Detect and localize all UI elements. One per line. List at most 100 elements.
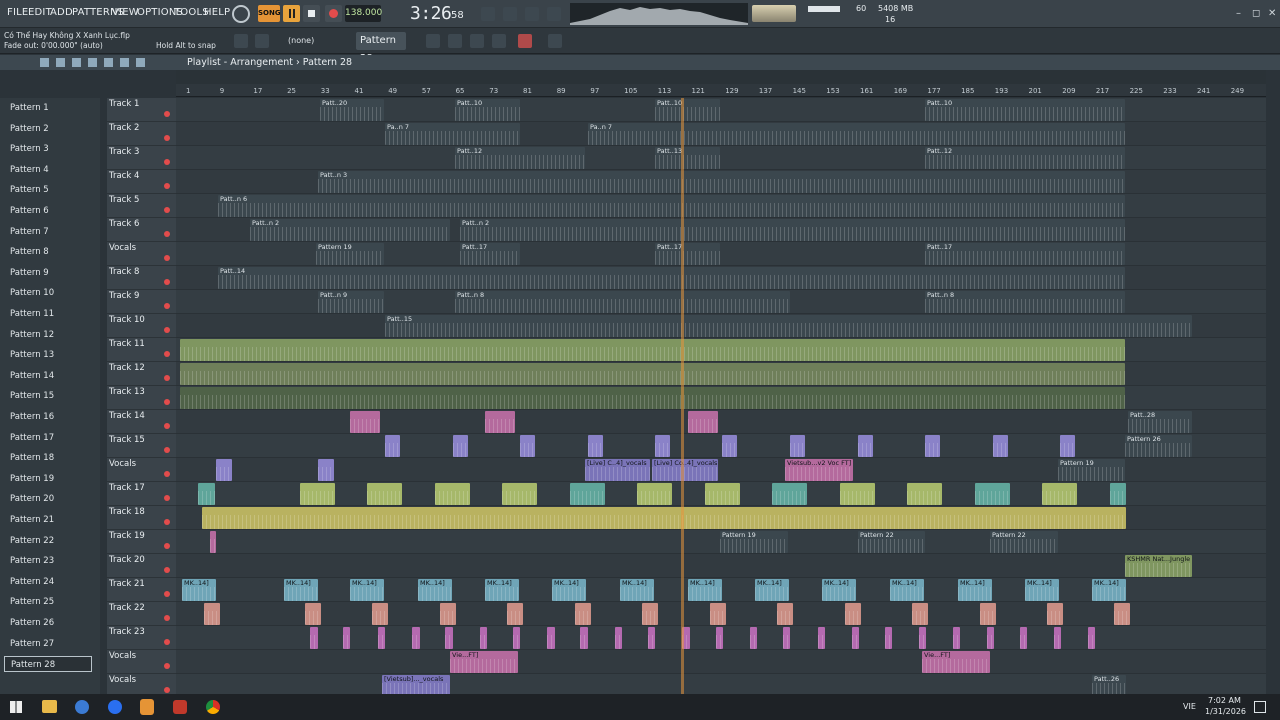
playlist-clip[interactable] [385,435,400,457]
notification-icon[interactable] [1254,701,1266,713]
playlist-clip[interactable] [688,411,718,433]
track-mute-icon[interactable] [164,303,170,309]
track-lane[interactable]: Patt..15 [176,314,1266,338]
playlist-clip[interactable]: Patt..n 2 [250,219,450,241]
track-header[interactable]: Track 17 [107,482,176,506]
zoom-tool-icon[interactable] [120,58,129,67]
arrow-right-icon[interactable] [255,34,269,48]
pattern-item[interactable]: Pattern 9 [4,265,92,281]
menu-add[interactable]: ADD [50,7,73,18]
playlist-clip[interactable] [705,483,740,505]
pattern-item[interactable]: Pattern 23 [4,553,92,569]
playlist-clip[interactable]: Patt..13 [655,147,720,169]
playlist-clip[interactable] [722,435,737,457]
track-header[interactable]: Track 12 [107,362,176,386]
track-mute-icon[interactable] [164,639,170,645]
pattern-item[interactable]: Pattern 13 [4,347,92,363]
playlist-clip[interactable] [919,627,926,649]
playlist-clip[interactable]: Vie...FT] [922,651,990,673]
playlist-clip[interactable] [580,627,588,649]
record-app-icon[interactable] [173,700,187,714]
tempo-display[interactable]: 138.000 [345,5,382,22]
playlist-clip[interactable] [637,483,672,505]
playlist-clip[interactable] [975,483,1010,505]
playlist-clip[interactable]: Patt..12 [925,147,1125,169]
pattern-item[interactable]: Pattern 25 [4,594,92,610]
playlist-clip[interactable] [216,459,232,481]
playlist-clip[interactable] [588,435,603,457]
track-lane[interactable] [176,506,1266,530]
playhead[interactable] [681,98,684,694]
track-lane[interactable]: [Vietsub]..._vocals Patt..26 [176,674,1266,694]
menu-help[interactable]: HELP [204,7,230,18]
track-header[interactable]: Vocals [107,242,176,266]
pattern-add-icon[interactable] [426,34,440,48]
track-header[interactable]: Vocals [107,458,176,482]
playlist-clip[interactable] [925,435,940,457]
playlist-clip[interactable] [202,507,1126,529]
playlist-clip[interactable]: Patt..17 [460,243,520,265]
playlist-clip[interactable]: MK..14] [1092,579,1126,601]
pattern-item[interactable]: Pattern 27 [4,636,92,652]
piano-roll-icon[interactable] [525,7,539,21]
track-header[interactable]: Track 6 [107,218,176,242]
playlist-clip[interactable] [180,363,1125,385]
playlist-clip[interactable]: [Live] C..4]_vocals [585,459,650,481]
playlist-clip[interactable]: Patt..10 [655,99,720,121]
playlist-clip[interactable] [372,603,388,625]
pattern-item[interactable]: Pattern 7 [4,224,92,240]
playlist-clip[interactable] [520,435,535,457]
track-lane[interactable]: Patt..n 9 Patt..n 8 Patt..n 8 [176,290,1266,314]
track-header[interactable]: Track 15 [107,434,176,458]
track-header[interactable]: Track 8 [107,266,176,290]
pattern-item[interactable]: Pattern 1 [4,100,92,116]
playlist-clip[interactable]: Pattern 19 [316,243,384,265]
playlist-clip[interactable]: MK..14] [350,579,384,601]
playlist-clip[interactable] [480,627,487,649]
metronome-icon[interactable] [232,5,250,23]
playlist-clip[interactable]: Pattern 19 [720,531,788,553]
playlist-clip[interactable] [412,627,420,649]
playlist-clip[interactable]: MK..14] [1025,579,1059,601]
playlist-clip[interactable] [453,435,468,457]
playlist-clip[interactable] [777,603,793,625]
pattern-item[interactable]: Pattern 21 [4,512,92,528]
playlist-clip[interactable] [1114,603,1130,625]
record-button[interactable] [325,5,342,22]
track-lane[interactable]: Patt..20 Patt..10 Patt..10 Patt..10 [176,98,1266,122]
playlist-clip[interactable]: Patt..10 [455,99,520,121]
track-header[interactable]: Track 14 [107,410,176,434]
pause-button[interactable] [283,5,300,22]
track-mute-icon[interactable] [164,231,170,237]
playlist-clip[interactable] [575,603,591,625]
track-lane[interactable] [176,482,1266,506]
pattern-item[interactable]: Pattern 11 [4,306,92,322]
playlist-clip[interactable] [485,411,515,433]
track-lane[interactable]: Pattern 19 Pattern 22 Pattern 22 [176,530,1266,554]
track-lane[interactable]: Patt..12 Patt..13 Patt..12 [176,146,1266,170]
playlist-clip[interactable] [993,435,1008,457]
playlist-clip[interactable] [615,627,622,649]
track-lane[interactable]: [Live] C..4]_vocals [Live] Co..4]_vocals V… [176,458,1266,482]
track-lane[interactable] [176,602,1266,626]
track-lane[interactable]: Patt..14 [176,266,1266,290]
track-header[interactable]: Track 21 [107,578,176,602]
playlist-clip[interactable]: MK..14] [552,579,586,601]
playlist-clip[interactable]: Patt..17 [925,243,1125,265]
pattern-item[interactable]: Pattern 19 [4,471,92,487]
close-icon[interactable]: ✕ [1268,8,1276,19]
playlist-clip[interactable] [547,627,555,649]
track-mute-icon[interactable] [164,207,170,213]
track-header[interactable]: Track 10 [107,314,176,338]
track-mute-icon[interactable] [164,495,170,501]
playlist-clip[interactable]: Patt..14 [218,267,1125,289]
pattern-item[interactable]: Pattern 24 [4,574,92,590]
pattern-item[interactable]: Pattern 22 [4,533,92,549]
track-header[interactable]: Vocals [107,650,176,674]
playlist-clip[interactable] [435,483,470,505]
track-mute-icon[interactable] [164,663,170,669]
pick-icon[interactable] [548,34,562,48]
track-lane[interactable]: KSHMR Nat...Jungle [176,554,1266,578]
playlist-clip[interactable] [180,339,1125,361]
playlist-clip[interactable] [845,603,861,625]
